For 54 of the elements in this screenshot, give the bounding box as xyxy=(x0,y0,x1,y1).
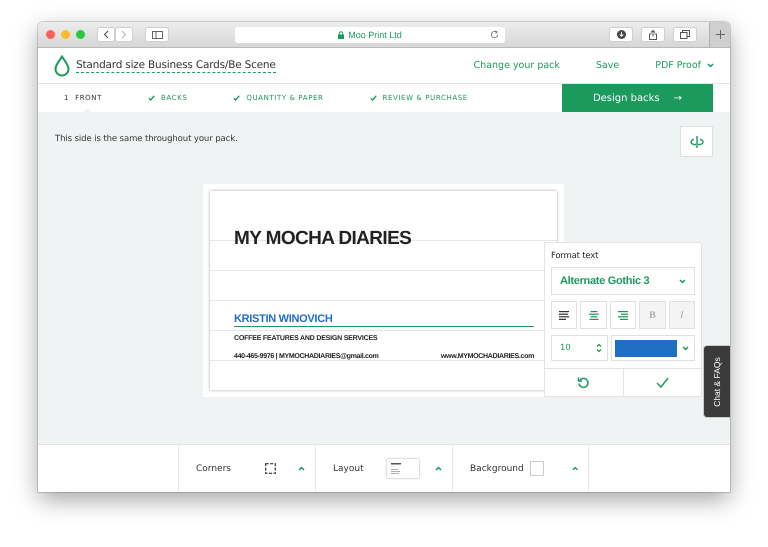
share-icon xyxy=(649,30,657,40)
close-window-button[interactable] xyxy=(46,30,55,39)
align-center-icon xyxy=(588,310,599,320)
undo-icon xyxy=(577,376,590,389)
check-icon xyxy=(148,95,155,101)
info-note: This side is the same throughout your pack. xyxy=(55,134,238,144)
sidebar-icon xyxy=(152,30,162,38)
pdf-proof-dropdown[interactable]: PDF Proof xyxy=(655,60,714,71)
align-left-button[interactable] xyxy=(551,301,578,329)
checkmark-icon xyxy=(656,377,669,388)
back-button[interactable] xyxy=(97,27,115,42)
corner-square-icon xyxy=(265,463,276,474)
sidebar-button[interactable] xyxy=(145,27,169,42)
product-title[interactable]: Standard size Business Cards/Be Scene xyxy=(76,58,276,72)
chevron-down-icon xyxy=(682,346,689,350)
plus-icon xyxy=(716,30,724,38)
address-bar[interactable]: Moo Print Ltd xyxy=(235,26,505,42)
chevron-right-icon xyxy=(121,30,127,39)
background-menu-button[interactable]: Background xyxy=(452,445,589,492)
card-title[interactable]: MY MOCHA DIARIES xyxy=(234,228,412,250)
align-left-icon xyxy=(559,310,570,320)
design-backs-button[interactable]: Design backs → xyxy=(562,84,713,112)
color-picker[interactable] xyxy=(611,335,695,361)
tabs-button[interactable] xyxy=(673,27,697,42)
header-link[interactable]: Save xyxy=(596,60,620,71)
chevron-down-icon xyxy=(707,63,714,68)
droplet-logo-icon xyxy=(54,54,70,76)
align-right-button[interactable] xyxy=(610,301,636,329)
new-tab-button[interactable] xyxy=(709,22,730,47)
chevron-left-icon xyxy=(103,30,109,39)
downloads-button[interactable] xyxy=(609,27,633,42)
layout-lines-icon xyxy=(391,463,401,474)
flip-icon xyxy=(690,134,704,148)
chevron-down-icon xyxy=(679,278,686,284)
header-link[interactable]: Change your pack xyxy=(474,60,560,71)
font-dropdown[interactable]: Alternate Gothic 3 xyxy=(551,267,695,295)
lock-icon xyxy=(338,30,344,38)
reload-icon xyxy=(490,30,499,38)
tabs-icon xyxy=(680,30,690,39)
share-button[interactable] xyxy=(641,27,665,42)
chevron-up-icon xyxy=(435,466,442,471)
align-center-button[interactable] xyxy=(580,301,607,329)
chevron-up-icon xyxy=(298,466,305,471)
chat-faq-tab[interactable]: Chat & FAQs xyxy=(703,345,730,418)
download-icon xyxy=(616,30,626,39)
flip-card-button[interactable] xyxy=(680,126,713,157)
chevron-up-icon xyxy=(572,466,578,471)
font-size-stepper[interactable]: 10 xyxy=(551,335,608,361)
background-swatch-icon xyxy=(530,461,544,476)
stepper-icon xyxy=(596,343,602,353)
card-name[interactable]: KRISTIN WINOVICH xyxy=(234,313,534,327)
check-icon xyxy=(233,95,240,101)
align-right-icon xyxy=(618,310,628,320)
check-icon xyxy=(370,95,377,101)
